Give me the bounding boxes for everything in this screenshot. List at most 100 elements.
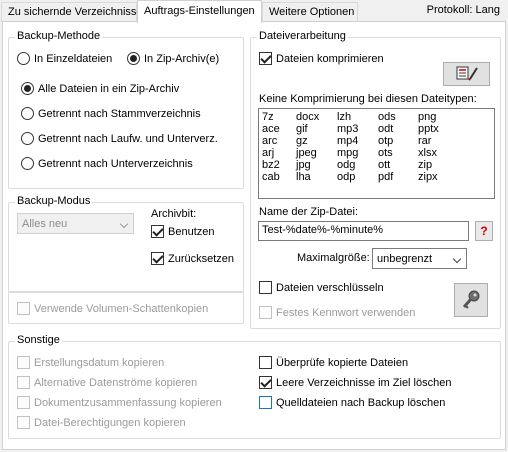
filetype-item: pptx	[418, 123, 439, 135]
checkbox-label: Leere Verzeichnisse im Ziel löschen	[276, 376, 452, 389]
backup-method-legend: Backup-Methode	[15, 30, 103, 42]
help-button[interactable]: ?	[475, 221, 493, 241]
backup-mode-group: Backup-Modus Alles neu Archivbit: Benutz…	[8, 195, 244, 293]
checkbox[interactable]	[259, 281, 272, 294]
select-value: unbegrenzt	[377, 252, 433, 265]
key-icon	[460, 288, 482, 313]
checkbox-label: Erstellungsdatum kopieren	[34, 356, 165, 369]
filetype-item: zip	[418, 159, 433, 171]
zip-name-input[interactable]: Test-%date%-%minute%	[258, 221, 469, 241]
max-size-select[interactable]: unbegrenzt	[372, 248, 467, 269]
checkbox[interactable]	[17, 396, 30, 409]
radio-button[interactable]	[21, 132, 34, 145]
radio-single-files[interactable]: In Einzeldateien	[17, 52, 112, 65]
checkbox-delete-source[interactable]: Quelldateien nach Backup löschen	[259, 396, 445, 409]
checkbox[interactable]	[259, 52, 272, 65]
checkbox-label: Zurücksetzen	[168, 252, 235, 265]
tab-job-settings[interactable]: Auftrags-Einstellungen	[137, 0, 262, 23]
radio-label: Getrennt nach Stammverzeichnis	[38, 107, 201, 120]
filetype-item: jpg	[296, 159, 311, 171]
filetype-item: bz2	[262, 159, 280, 171]
checkbox-label: Datei-Berechtigungen kopieren	[34, 416, 186, 429]
checkbox[interactable]	[17, 356, 30, 369]
filetype-item: gif	[296, 123, 308, 135]
filetype-item: mp3	[337, 123, 359, 135]
filetype-item: ott	[378, 159, 391, 171]
file-processing-legend: Dateiverarbeitung	[257, 30, 348, 42]
radio-label: Getrennt nach Laufw. und Unterverz.	[38, 132, 218, 145]
checkbox[interactable]	[151, 252, 164, 265]
checkbox-reset-archive-bit[interactable]: Zurücksetzen	[151, 252, 234, 265]
filetype-item: pdf	[378, 171, 394, 183]
radio-by-drive-subdir[interactable]: Getrennt nach Laufw. und Unterverz.	[21, 132, 218, 145]
checkbox-label: Dateien komprimieren	[276, 52, 384, 65]
filetype-item: cab	[262, 171, 280, 183]
archive-bit-label: Archivbit:	[151, 208, 197, 220]
edit-list-icon	[456, 65, 478, 84]
checkbox-delete-empty-dirs[interactable]: Leere Verzeichnisse im Ziel löschen	[259, 376, 451, 389]
chevron-down-icon	[452, 254, 462, 264]
backup-mode-legend: Backup-Modus	[15, 195, 93, 207]
misc-legend: Sonstige	[15, 334, 62, 346]
checkbox-copy-permissions[interactable]: Datei-Berechtigungen kopieren	[17, 416, 186, 429]
filetype-item: jpeg	[296, 147, 317, 159]
radio-zip-archive[interactable]: In Zip-Archiv(e)	[127, 52, 219, 65]
checkbox[interactable]	[17, 376, 30, 389]
checkbox-use-archive-bit[interactable]: Benutzen	[151, 225, 214, 238]
checkbox[interactable]	[259, 356, 272, 369]
filetype-item: otp	[378, 135, 394, 147]
filetype-item: lzh	[337, 111, 352, 123]
radio-label: In Einzeldateien	[34, 52, 113, 65]
radio-button[interactable]	[21, 107, 34, 120]
radio-by-subdir[interactable]: Getrennt nach Unterverzeichnis	[21, 157, 193, 170]
filetype-item: xlsx	[418, 147, 437, 159]
filetype-item: docx	[296, 111, 320, 123]
checkbox-encrypt[interactable]: Dateien verschlüsseln	[259, 281, 384, 294]
checkbox-shadow-copy[interactable]: Verwende Volumen-Schattenkopien	[17, 302, 208, 315]
zip-name-label: Name der Zip-Datei:	[259, 206, 359, 218]
tab-directories[interactable]: Zu sichernde Verzeichnisse	[1, 2, 143, 22]
checkbox-label: Quelldateien nach Backup löschen	[276, 396, 446, 409]
filetype-list[interactable]: 7z docx lzh ods png ace gif mp3 odt pptx arc gz mp4 o…	[258, 108, 495, 199]
password-key-button[interactable]	[454, 283, 488, 317]
checkbox[interactable]	[259, 306, 272, 319]
checkbox-label: Verwende Volumen-Schattenkopien	[34, 302, 209, 315]
checkbox-compress[interactable]: Dateien komprimieren	[259, 52, 384, 65]
checkbox[interactable]	[259, 396, 272, 409]
checkbox-copy-creation-date[interactable]: Erstellungsdatum kopieren	[17, 356, 164, 369]
radio-button[interactable]	[21, 157, 34, 170]
filetype-item: png	[418, 111, 437, 123]
radio-all-in-one[interactable]: Alle Dateien in ein Zip-Archiv	[21, 82, 179, 95]
backup-mode-select[interactable]: Alles neu	[17, 213, 134, 234]
checkbox[interactable]	[151, 225, 164, 238]
radio-label: In Zip-Archiv(e)	[144, 52, 220, 65]
settings-panel: Backup-Methode In Einzeldateien In Zip-A…	[2, 21, 506, 450]
radio-button[interactable]	[17, 52, 30, 65]
radio-button[interactable]	[127, 52, 140, 65]
radio-label: Alle Dateien in ein Zip-Archiv	[38, 82, 180, 95]
radio-label: Getrennt nach Unterverzeichnis	[38, 157, 193, 170]
radio-by-root[interactable]: Getrennt nach Stammverzeichnis	[21, 107, 201, 120]
filetype-item: ots	[378, 147, 393, 159]
filetype-item: arj	[262, 147, 275, 159]
edit-filetypes-button[interactable]	[443, 62, 490, 86]
checkbox[interactable]	[17, 302, 30, 315]
no-compress-label: Keine Komprimierung bei diesen Dateitype…	[259, 93, 477, 105]
filetype-item: odg	[337, 159, 356, 171]
filetype-item: ace	[262, 123, 280, 135]
filetype-item: rar	[418, 135, 432, 147]
filetype-item: lha	[296, 171, 311, 183]
checkbox[interactable]	[17, 416, 30, 429]
tab-more-options[interactable]: Weitere Optionen	[262, 2, 358, 22]
filetype-item: zipx	[418, 171, 438, 183]
checkbox[interactable]	[259, 376, 272, 389]
protocol-level: Protokoll: Lang	[426, 4, 500, 16]
misc-group: Sonstige Erstellungsdatum kopieren Alter…	[8, 334, 501, 439]
checkbox-verify-copies[interactable]: Überprüfe kopierte Dateien	[259, 356, 408, 369]
radio-button[interactable]	[21, 82, 34, 95]
checkbox-label: Dateien verschlüsseln	[276, 281, 384, 294]
filetype-grid: 7z docx lzh ods png ace gif mp3 odt pptx arc gz mp4 o…	[262, 111, 491, 183]
checkbox-copy-doc-summary[interactable]: Dokumentzusammenfassung kopieren	[17, 396, 222, 409]
checkbox-fixed-password[interactable]: Festes Kennwort verwenden	[259, 306, 415, 319]
checkbox-copy-alt-streams[interactable]: Alternative Datenströme kopieren	[17, 376, 197, 389]
